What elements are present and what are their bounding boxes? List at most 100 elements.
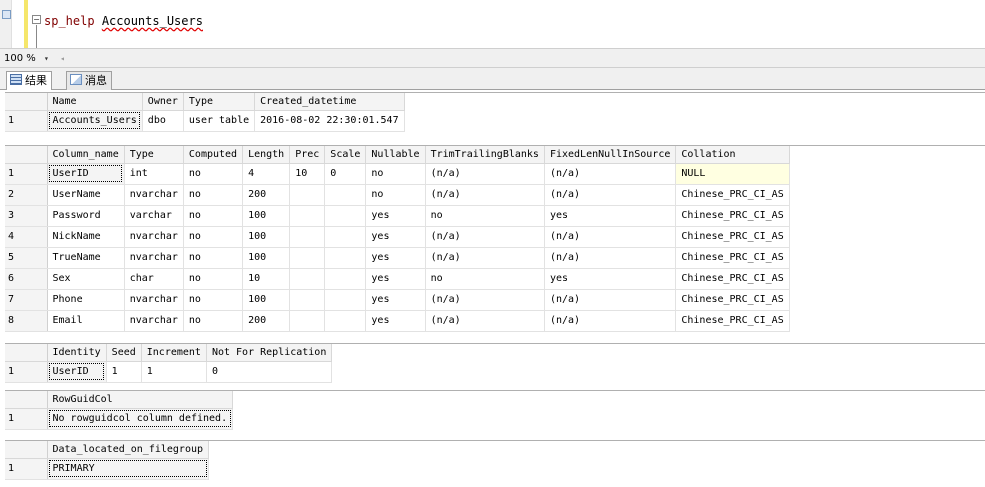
table-cell[interactable]: nvarchar	[124, 184, 184, 206]
table-cell[interactable]: no	[183, 247, 244, 269]
table-cell[interactable]: Chinese_PRC_CI_AS	[675, 247, 790, 269]
table-cell[interactable]: (n/a)	[425, 184, 545, 206]
table-cell[interactable]: Sex	[47, 268, 125, 290]
table-cell[interactable]: 0	[206, 361, 333, 383]
table-cell[interactable]: (n/a)	[544, 289, 677, 311]
query-editor[interactable]: − sp_help Accounts_Users	[0, 0, 985, 48]
table-row[interactable]: 2 UserName nvarchar no 200 no (n/a) (n/a) Chines…	[5, 184, 790, 206]
table-cell[interactable]: nvarchar	[124, 247, 184, 269]
table-cell[interactable]: 200	[242, 184, 291, 206]
table-cell[interactable]: no	[183, 226, 244, 248]
column-header[interactable]: Collation	[675, 146, 790, 164]
column-header[interactable]: Nullable	[365, 146, 426, 164]
table-cell[interactable]: Chinese_PRC_CI_AS	[675, 226, 790, 248]
column-header[interactable]: RowGuidCol	[47, 391, 234, 409]
column-header[interactable]: FixedLenNullInSource	[544, 146, 677, 164]
table-cell[interactable]: 10	[289, 163, 326, 185]
table-cell[interactable]	[324, 268, 367, 290]
scroll-left-icon[interactable]: ◂	[60, 51, 65, 66]
row-number[interactable]: 2	[5, 184, 48, 206]
table-cell[interactable]: char	[124, 268, 184, 290]
table-cell[interactable]: no	[183, 268, 244, 290]
table-cell[interactable]: no	[183, 184, 244, 206]
table-cell[interactable]: PRIMARY	[47, 458, 210, 480]
column-header[interactable]: Length	[242, 146, 291, 164]
table-cell[interactable]: no	[183, 163, 244, 185]
table-cell[interactable]: (n/a)	[425, 247, 545, 269]
table-cell[interactable]: 2016-08-02 22:30:01.547	[254, 110, 406, 132]
table-cell[interactable]: Email	[47, 310, 125, 332]
table-cell[interactable]: (n/a)	[425, 226, 545, 248]
table-cell[interactable]: (n/a)	[544, 226, 677, 248]
table-cell[interactable]: no	[183, 310, 244, 332]
table-cell[interactable]: int	[124, 163, 184, 185]
table-cell[interactable]: user table	[183, 110, 256, 132]
row-number[interactable]: 5	[5, 247, 48, 269]
zoom-select[interactable]: 100 %	[2, 51, 58, 66]
column-header[interactable]: Increment	[141, 344, 207, 362]
table-cell[interactable]: varchar	[124, 205, 184, 227]
column-header[interactable]: Data_located_on_filegroup	[47, 441, 210, 459]
table-cell[interactable]: Chinese_PRC_CI_AS	[675, 205, 790, 227]
table-cell[interactable]: no	[365, 163, 426, 185]
row-number[interactable]: 1	[5, 408, 48, 430]
table-cell[interactable]	[324, 226, 367, 248]
table-cell[interactable]: NULL	[675, 163, 790, 185]
table-cell[interactable]: yes	[365, 310, 426, 332]
row-number[interactable]: 1	[5, 163, 48, 185]
row-number[interactable]: 6	[5, 268, 48, 290]
table-cell[interactable]: Chinese_PRC_CI_AS	[675, 184, 790, 206]
column-header[interactable]: Prec	[289, 146, 326, 164]
table-cell[interactable]: yes	[365, 289, 426, 311]
column-header[interactable]: Column_name	[47, 146, 125, 164]
table-cell[interactable]: no	[183, 289, 244, 311]
table-cell[interactable]	[289, 226, 326, 248]
column-header[interactable]: Created_datetime	[254, 93, 406, 111]
column-header[interactable]: Not For Replication	[206, 344, 333, 362]
table-cell[interactable]	[289, 247, 326, 269]
table-cell[interactable]: 10	[242, 268, 291, 290]
table-cell[interactable]: 1	[106, 361, 142, 383]
column-header[interactable]: Seed	[106, 344, 142, 362]
tab-messages[interactable]: 消息	[66, 71, 112, 90]
table-cell[interactable]: No rowguidcol column defined.	[47, 408, 234, 430]
table-row[interactable]: 4 NickName nvarchar no 100 yes (n/a) (n/a) Chine…	[5, 226, 790, 248]
table-cell[interactable]	[289, 310, 326, 332]
table-cell[interactable]	[289, 184, 326, 206]
table-cell[interactable]: Phone	[47, 289, 125, 311]
table-cell[interactable]: UserID	[47, 361, 107, 383]
row-number[interactable]: 3	[5, 205, 48, 227]
table-cell[interactable]: UserID	[47, 163, 125, 185]
column-header[interactable]: Name	[47, 93, 143, 111]
table-cell[interactable]: nvarchar	[124, 226, 184, 248]
table-cell[interactable]: dbo	[142, 110, 184, 132]
table-cell[interactable]	[324, 184, 367, 206]
table-cell[interactable]: no	[425, 205, 545, 227]
table-cell[interactable]	[324, 247, 367, 269]
table-cell[interactable]	[324, 205, 367, 227]
table-cell[interactable]: nvarchar	[124, 310, 184, 332]
table-cell[interactable]: no	[365, 184, 426, 206]
table-cell[interactable]: 100	[242, 226, 291, 248]
table-cell[interactable]: 100	[242, 247, 291, 269]
row-number-header[interactable]	[5, 146, 48, 164]
table-cell[interactable]	[289, 205, 326, 227]
table-cell[interactable]: nvarchar	[124, 289, 184, 311]
row-number-header[interactable]	[5, 344, 48, 362]
table-row[interactable]: 6 Sex char no 10 yes no yes Chinese_PRC_CI_AS	[5, 268, 790, 290]
table-cell[interactable]	[324, 310, 367, 332]
table-cell[interactable]: 200	[242, 310, 291, 332]
table-row[interactable]: 1 Accounts_Users dbo user table 2016-08-02 2…	[5, 110, 406, 132]
query-text[interactable]: sp_help Accounts_Users	[44, 14, 203, 28]
table-cell[interactable]: Chinese_PRC_CI_AS	[675, 268, 790, 290]
table-cell[interactable]: (n/a)	[544, 163, 677, 185]
table-cell[interactable]: NickName	[47, 226, 125, 248]
table-cell[interactable]: Chinese_PRC_CI_AS	[675, 310, 790, 332]
table-cell[interactable]: TrueName	[47, 247, 125, 269]
table-row[interactable]: 3 Password varchar no 100 yes no yes Chinese_PRC…	[5, 205, 790, 227]
row-number[interactable]: 1	[5, 361, 48, 383]
tab-results[interactable]: 结果	[6, 71, 52, 91]
table-cell[interactable]: (n/a)	[425, 289, 545, 311]
row-number-header[interactable]	[5, 93, 48, 111]
table-cell[interactable]	[289, 289, 326, 311]
